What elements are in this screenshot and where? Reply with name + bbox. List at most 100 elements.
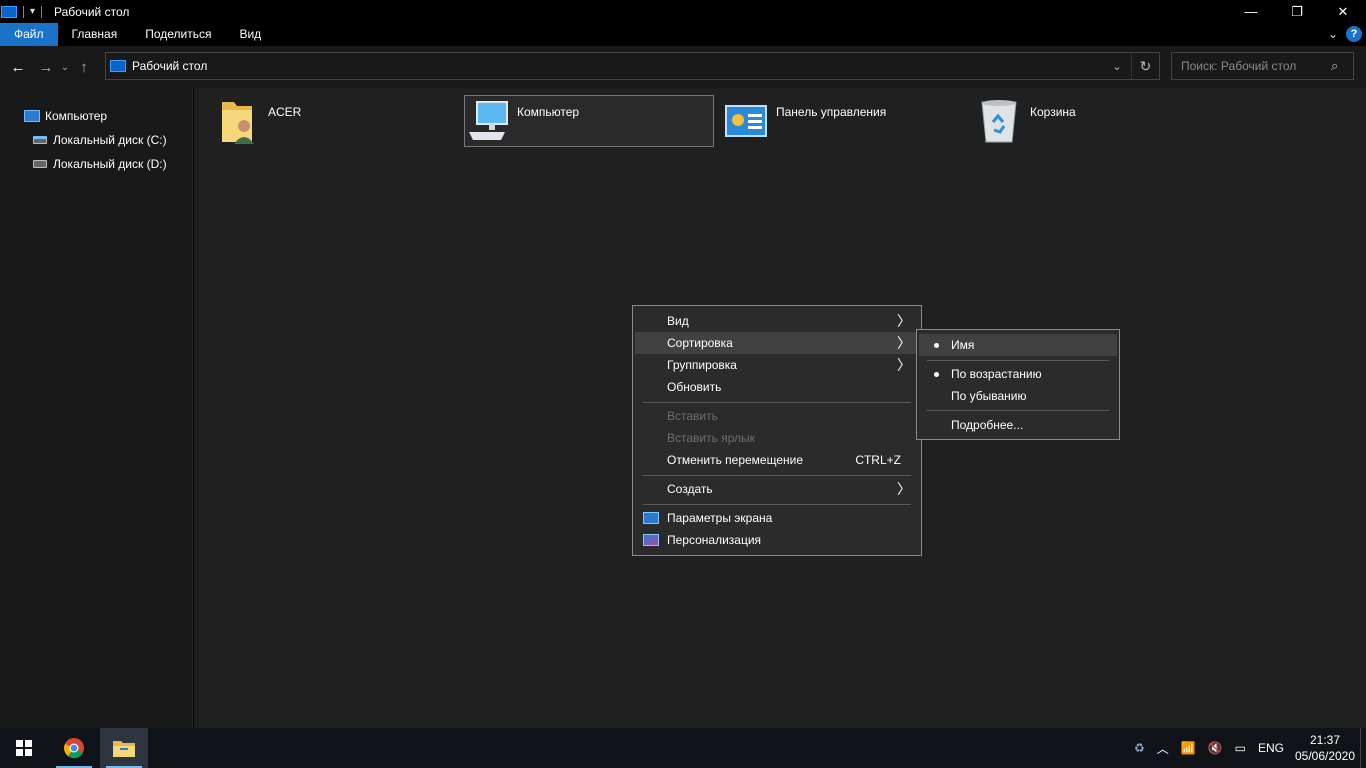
- item-label: Корзина: [1030, 105, 1076, 119]
- menu-item-label: Отменить перемещение: [667, 453, 804, 467]
- battery-icon[interactable]: ▭: [1235, 741, 1246, 755]
- user-folder-icon: [216, 96, 260, 144]
- forward-arrow-icon[interactable]: →: [34, 55, 58, 79]
- navigation-bar: ← → ⌄ ↑ Рабочий стол ⌄ ↻ Поиск: Рабочий …: [0, 46, 1366, 88]
- menu-item-label: Вставить ярлык: [667, 431, 755, 445]
- menu-separator: [643, 504, 911, 505]
- window-title: Рабочий стол: [54, 4, 130, 19]
- menu-item-personalization[interactable]: Персонализация: [635, 529, 919, 551]
- wifi-icon[interactable]: 📶: [1181, 741, 1196, 755]
- sidebar-item-drive-d[interactable]: Локальный диск (D:): [33, 157, 167, 171]
- desktop-item-acer[interactable]: ACER: [216, 96, 456, 148]
- up-arrow-icon[interactable]: ↑: [72, 55, 96, 79]
- sidebar-item-drive-c[interactable]: Локальный диск (C:): [33, 133, 167, 147]
- desktop-icon[interactable]: [1, 5, 17, 18]
- system-drive-icon: [33, 136, 47, 144]
- sidebar-item-computer[interactable]: Компьютер: [24, 109, 107, 123]
- context-menu: Вид 〉 Сортировка 〉 Группировка 〉 Обновит…: [632, 305, 922, 556]
- ribbon-tabs: Файл Главная Поделиться Вид ⌄ ?: [0, 23, 1366, 46]
- recent-locations-chevron-icon[interactable]: ⌄: [58, 55, 72, 79]
- menu-item-label: Имя: [951, 338, 975, 352]
- menu-item-label: Группировка: [667, 358, 737, 372]
- menu-item-label: Вставить: [667, 409, 718, 423]
- search-icon[interactable]: ⌕: [1331, 58, 1353, 74]
- recycle-tray-icon[interactable]: ♻: [1134, 741, 1145, 755]
- control-panel-icon: [724, 96, 768, 144]
- menu-item-label: По убыванию: [951, 389, 1027, 403]
- search-input[interactable]: Поиск: Рабочий стол: [1181, 59, 1331, 73]
- tab-share[interactable]: Поделиться: [131, 23, 225, 46]
- show-desktop-button[interactable]: [1360, 728, 1366, 768]
- clock-date: 05/06/2020: [1294, 749, 1356, 763]
- taskbar-file-explorer[interactable]: [100, 728, 148, 768]
- divider: [23, 5, 24, 18]
- show-hidden-icons-chevron-icon[interactable]: ︿: [1157, 740, 1169, 757]
- close-button[interactable]: ✕: [1320, 0, 1366, 23]
- sort-option-descending[interactable]: По убыванию: [919, 385, 1117, 407]
- tab-home[interactable]: Главная: [58, 23, 132, 46]
- desktop-item-control-panel[interactable]: Панель управления: [724, 96, 964, 148]
- radio-bullet-icon: [934, 372, 939, 377]
- taskbar-chrome[interactable]: [50, 728, 98, 768]
- start-button[interactable]: [0, 728, 48, 768]
- menu-item-view[interactable]: Вид 〉: [635, 310, 919, 332]
- menu-item-sort[interactable]: Сортировка 〉: [635, 332, 919, 354]
- desktop-item-recycle-bin[interactable]: Корзина: [978, 96, 1218, 148]
- search-box[interactable]: Поиск: Рабочий стол ⌕: [1171, 52, 1354, 80]
- menu-item-new[interactable]: Создать 〉: [635, 478, 919, 500]
- menu-item-label: Вид: [667, 314, 689, 328]
- sort-option-ascending[interactable]: По возрастанию: [919, 363, 1117, 385]
- help-icon[interactable]: ?: [1346, 26, 1362, 42]
- menu-item-group[interactable]: Группировка 〉: [635, 354, 919, 376]
- desktop-item-computer[interactable]: Компьютер: [464, 95, 714, 147]
- chevron-right-icon: 〉: [897, 335, 911, 351]
- minimize-button[interactable]: —: [1228, 0, 1274, 23]
- sidebar-item-label: Локальный диск (C:): [53, 133, 167, 147]
- menu-item-refresh[interactable]: Обновить: [635, 376, 919, 398]
- recycle-bin-icon: [978, 96, 1022, 144]
- start-icon: [16, 740, 32, 756]
- display-settings-icon: [643, 512, 659, 524]
- menu-item-label: Создать: [667, 482, 713, 496]
- title-bar: ▾ Рабочий стол — ❐ ✕: [0, 0, 1366, 23]
- chevron-right-icon: 〉: [897, 357, 911, 373]
- item-label: ACER: [268, 105, 302, 119]
- chrome-icon: [64, 738, 84, 759]
- menu-item-label: Параметры экрана: [667, 511, 773, 525]
- language-indicator[interactable]: ENG: [1258, 741, 1284, 755]
- personalization-icon: [643, 534, 659, 546]
- window-controls: — ❐ ✕: [1228, 0, 1366, 23]
- chevron-right-icon: 〉: [897, 481, 911, 497]
- refresh-icon[interactable]: ↻: [1131, 53, 1159, 79]
- menu-item-label: Обновить: [667, 380, 722, 394]
- address-dropdown-icon[interactable]: ⌄: [1103, 60, 1131, 73]
- back-arrow-icon[interactable]: ←: [6, 55, 30, 79]
- drive-icon: [33, 160, 47, 168]
- desktop-icon: [110, 60, 126, 72]
- maximize-button[interactable]: ❐: [1274, 0, 1320, 23]
- quick-access-dropdown-icon[interactable]: ▾: [30, 6, 35, 17]
- tab-view[interactable]: Вид: [225, 23, 275, 46]
- system-tray: ♻ ︿ 📶 🔇 ▭ ENG 21:37 05/06/2020: [1128, 728, 1366, 768]
- tab-file[interactable]: Файл: [0, 23, 58, 46]
- taskbar: ♻ ︿ 📶 🔇 ▭ ENG 21:37 05/06/2020: [0, 728, 1366, 768]
- item-label: Компьютер: [517, 105, 580, 119]
- expand-ribbon-icon[interactable]: ⌄: [1328, 27, 1338, 41]
- computer-icon: [465, 96, 509, 144]
- menu-item-label: Персонализация: [667, 533, 762, 547]
- sort-option-more[interactable]: Подробнее...: [919, 414, 1117, 436]
- menu-item-label: По возрастанию: [951, 367, 1042, 381]
- divider: [41, 5, 43, 18]
- menu-separator: [643, 475, 911, 476]
- menu-item-undo-move[interactable]: Отменить перемещение CTRL+Z: [635, 449, 919, 471]
- address-bar[interactable]: Рабочий стол ⌄ ↻: [105, 52, 1160, 80]
- menu-item-display-settings[interactable]: Параметры экрана: [635, 507, 919, 529]
- menu-separator: [927, 410, 1109, 411]
- clock[interactable]: 21:37 05/06/2020: [1290, 732, 1360, 764]
- navigation-pane: Компьютер Локальный диск (C:) Локальный …: [0, 88, 193, 728]
- chevron-right-icon: 〉: [897, 313, 911, 329]
- item-label: Панель управления: [776, 105, 887, 119]
- sort-option-name[interactable]: Имя: [919, 334, 1117, 356]
- sort-submenu: Имя По возрастанию По убыванию Подробнее…: [916, 329, 1120, 440]
- volume-muted-icon[interactable]: 🔇: [1208, 741, 1223, 755]
